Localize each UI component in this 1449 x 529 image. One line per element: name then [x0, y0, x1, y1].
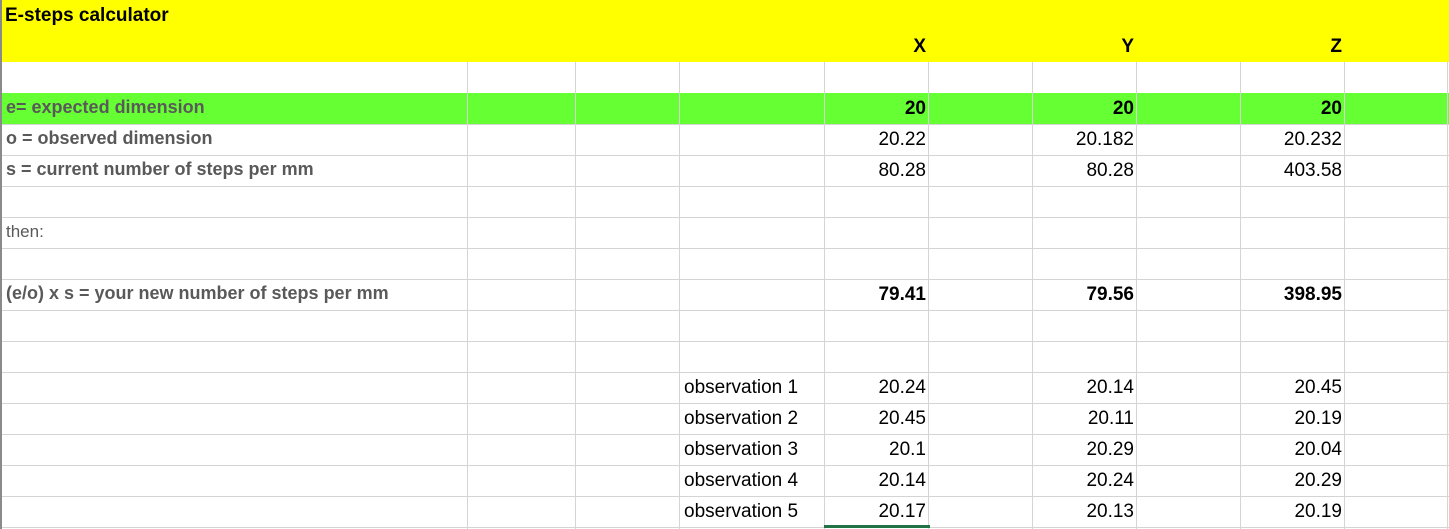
gridline	[679, 62, 680, 529]
gridline	[1344, 62, 1345, 529]
observation-y-cell[interactable]: 20.29	[1032, 434, 1134, 465]
expected-y-cell[interactable]: 20	[1032, 93, 1134, 124]
gridline	[0, 217, 1449, 218]
header-y[interactable]: Y	[1032, 31, 1134, 62]
gridline	[0, 186, 1449, 187]
gridline	[0, 527, 1449, 528]
gridline	[0, 341, 1449, 342]
observation-y-cell[interactable]: 20.24	[1032, 465, 1134, 496]
gridline	[1136, 62, 1137, 529]
expected-x-cell[interactable]: 20	[824, 93, 926, 124]
result-y-cell[interactable]: 79.56	[1032, 279, 1134, 310]
sheet-left-edge	[0, 0, 2, 529]
observation-y-cell[interactable]: 20.14	[1032, 372, 1134, 403]
observation-z-cell[interactable]: 20.19	[1240, 496, 1342, 527]
result-x-cell[interactable]: 79.41	[824, 279, 926, 310]
gridline	[0, 310, 1449, 311]
gridline	[928, 62, 929, 529]
observation-x-cell[interactable]: 20.1	[824, 434, 926, 465]
observation-label[interactable]: observation 2	[684, 403, 824, 434]
observation-z-cell[interactable]: 20.19	[1240, 403, 1342, 434]
observation-label[interactable]: observation 3	[684, 434, 824, 465]
observation-z-cell[interactable]: 20.45	[1240, 372, 1342, 403]
gridline	[0, 248, 1449, 249]
spreadsheet: E-steps calculator X Y Z e= expected dim…	[0, 0, 1449, 529]
observation-y-cell[interactable]: 20.13	[1032, 496, 1134, 527]
active-cell-border	[824, 525, 930, 528]
new-steps-formula-label[interactable]: (e/o) x s = your new number of steps per…	[6, 278, 389, 309]
observed-z-cell[interactable]: 20.232	[1240, 124, 1342, 155]
observation-label[interactable]: observation 4	[684, 465, 824, 496]
observation-x-cell[interactable]: 20.45	[824, 403, 926, 434]
title-band	[0, 0, 1449, 62]
expected-row-band	[0, 93, 1449, 124]
gridline	[1447, 62, 1448, 529]
current-steps-label[interactable]: s = current number of steps per mm	[6, 154, 314, 185]
expected-dimension-label[interactable]: e= expected dimension	[6, 92, 205, 123]
observation-z-cell[interactable]: 20.29	[1240, 465, 1342, 496]
observation-z-cell[interactable]: 20.04	[1240, 434, 1342, 465]
observation-x-cell[interactable]: 20.17	[824, 496, 926, 527]
header-z[interactable]: Z	[1240, 31, 1342, 62]
steps-z-cell[interactable]: 403.58	[1240, 155, 1342, 186]
gridline	[467, 62, 468, 529]
gridline	[575, 62, 576, 529]
observation-x-cell[interactable]: 20.24	[824, 372, 926, 403]
observed-x-cell[interactable]: 20.22	[824, 124, 926, 155]
observed-y-cell[interactable]: 20.182	[1032, 124, 1134, 155]
observation-y-cell[interactable]: 20.11	[1032, 403, 1134, 434]
observation-label[interactable]: observation 1	[684, 372, 824, 403]
expected-z-cell[interactable]: 20	[1240, 93, 1342, 124]
result-z-cell[interactable]: 398.95	[1240, 279, 1342, 310]
header-x[interactable]: X	[824, 31, 926, 62]
steps-y-cell[interactable]: 80.28	[1032, 155, 1134, 186]
steps-x-cell[interactable]: 80.28	[824, 155, 926, 186]
observed-dimension-label[interactable]: o = observed dimension	[6, 123, 213, 154]
observation-label[interactable]: observation 5	[684, 496, 824, 527]
gridline	[0, 124, 1449, 125]
observation-x-cell[interactable]: 20.14	[824, 465, 926, 496]
sheet-title[interactable]: E-steps calculator	[5, 0, 169, 31]
then-label[interactable]: then:	[6, 216, 44, 247]
